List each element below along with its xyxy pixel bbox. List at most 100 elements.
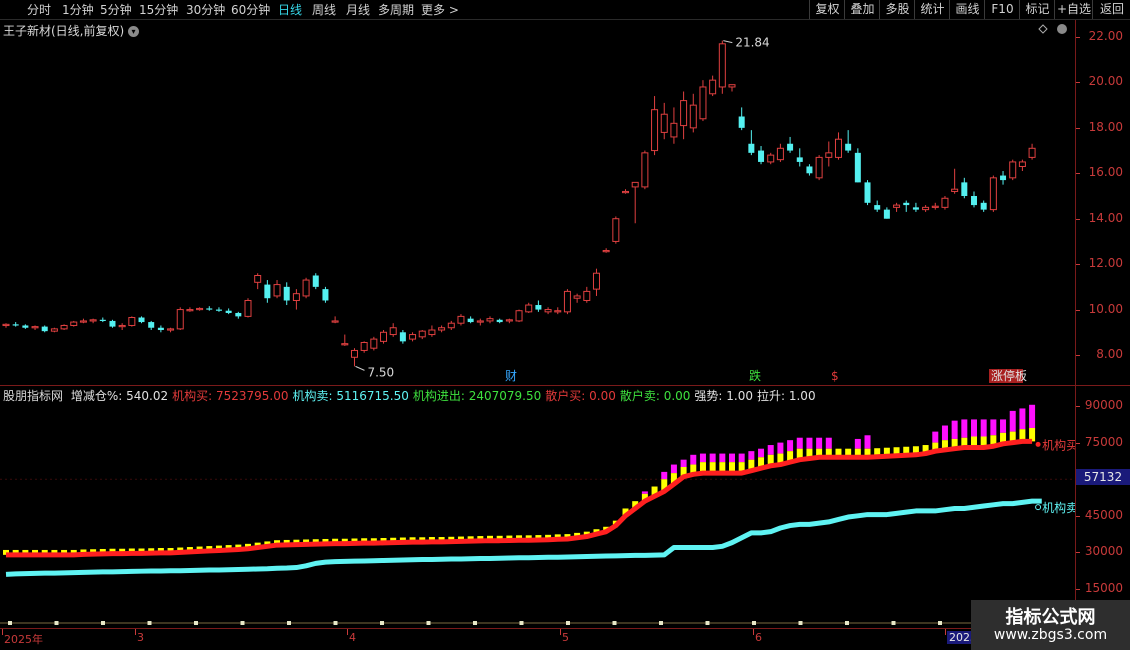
period-tab-2[interactable]: 5分钟	[100, 1, 132, 18]
candle-up	[1028, 147, 1036, 158]
toolbar-button-7[interactable]: +自选	[1054, 0, 1093, 19]
period-tab-3[interactable]: 15分钟	[139, 1, 178, 18]
candle-up	[922, 206, 930, 211]
date-dot	[194, 621, 198, 625]
period-tab-7[interactable]: 周线	[312, 1, 336, 18]
candle-down	[22, 325, 29, 328]
candle-down	[845, 143, 852, 151]
candle-up	[1009, 161, 1017, 179]
date-dot	[798, 621, 803, 625]
candle-up	[118, 324, 126, 328]
date-label-1: 3	[137, 631, 144, 644]
candle-up	[815, 156, 823, 179]
toolbar-button-3[interactable]: 统计	[914, 0, 950, 19]
watermark-logo: 指标公式网 www.zbgs3.com	[971, 600, 1130, 650]
candle-down	[467, 318, 474, 323]
period-tab-1[interactable]: 1分钟	[62, 1, 94, 18]
candle-down	[206, 308, 213, 310]
bar-magenta	[661, 471, 668, 480]
candle-up	[196, 307, 204, 311]
period-tab-5[interactable]: 60分钟	[231, 1, 270, 18]
candle-up	[418, 330, 426, 338]
sell-end-dot	[1035, 504, 1042, 511]
bar-magenta	[980, 419, 987, 437]
date-tick	[347, 629, 348, 635]
bar-magenta	[758, 448, 765, 458]
period-tab-4[interactable]: 30分钟	[186, 1, 225, 18]
tick-mark	[1076, 442, 1080, 444]
toolbar-button-8[interactable]: 返回	[1092, 0, 1130, 19]
candle-down	[883, 209, 890, 219]
buy-end-dot	[1035, 441, 1041, 447]
bar-magenta	[670, 464, 677, 474]
date-dot	[705, 621, 710, 625]
candle-down	[109, 320, 116, 327]
bar-magenta	[738, 453, 745, 463]
period-tab-6[interactable]: 日线	[278, 1, 302, 18]
candle-up	[718, 43, 726, 88]
event-tag-1: 跌	[749, 368, 761, 383]
candle-up	[370, 338, 378, 349]
low-arrow	[355, 365, 365, 371]
candle-down	[535, 305, 542, 310]
candle-up	[544, 309, 552, 313]
tick-mark	[1076, 406, 1080, 407]
candle-down	[496, 319, 503, 323]
candle-up	[631, 181, 639, 188]
bar-magenta	[1029, 404, 1036, 428]
period-tab-8[interactable]: 月线	[346, 1, 370, 18]
date-dot	[519, 621, 524, 625]
date-dot	[101, 621, 105, 625]
period-tab-0[interactable]: 分时	[27, 1, 51, 18]
date-dot	[566, 621, 570, 625]
event-tag-label: 涨停板	[991, 368, 1027, 383]
date-dot	[380, 621, 384, 625]
bar-magenta	[825, 437, 832, 449]
period-tab-9[interactable]: 多周期	[378, 1, 414, 18]
candle-up	[505, 319, 513, 322]
candle-up	[893, 204, 901, 208]
event-tag-0: 财	[505, 369, 517, 383]
event-tag-3: 涨停板	[989, 368, 1027, 383]
candle-up	[360, 342, 368, 351]
candle-up	[670, 122, 678, 138]
tick-mark	[1076, 589, 1080, 590]
toolbar-button-1[interactable]: 叠加	[844, 0, 880, 19]
candle-down	[980, 202, 987, 210]
candle-up	[254, 275, 262, 283]
candle-down	[912, 207, 919, 210]
candle-down	[971, 196, 977, 206]
bar-magenta	[690, 454, 697, 465]
toolbar-button-4[interactable]: 画线	[949, 0, 985, 19]
indicator-chart[interactable]: 机构买机构卖	[0, 386, 1075, 628]
price-tick: 10.00	[1088, 301, 1123, 316]
bar-magenta	[641, 491, 648, 494]
toolbar-button-0[interactable]: 复权	[809, 0, 845, 19]
date-dot	[845, 621, 849, 625]
buy-line-label: 机构买	[1042, 437, 1075, 452]
date-dot	[287, 621, 291, 625]
candle-up	[622, 190, 630, 194]
bar-magenta	[748, 451, 755, 460]
candle-up	[941, 197, 949, 208]
toolbar-button-5[interactable]: F10	[984, 0, 1020, 19]
tick-mark	[1076, 309, 1080, 311]
toolbar-button-6[interactable]: 标记	[1019, 0, 1055, 19]
bar-magenta	[951, 420, 958, 439]
candle-up	[476, 320, 484, 323]
toolbar-button-2[interactable]: 多股	[879, 0, 915, 19]
price-chart[interactable]: 21.84 7.50 财 跌 $ 涨停板	[0, 20, 1075, 385]
candle-up	[244, 299, 252, 317]
candle-up	[186, 309, 194, 312]
candle-down	[796, 157, 803, 162]
tick-mark	[1076, 515, 1080, 517]
tick-mark	[1076, 218, 1080, 220]
bar-magenta	[990, 419, 997, 436]
event-tag-label: 跌	[749, 368, 761, 383]
period-tab-10[interactable]: 更多 >	[421, 1, 459, 18]
candle-up	[428, 329, 436, 336]
candle-up	[612, 218, 620, 242]
candle-down	[12, 324, 19, 326]
date-dot	[473, 621, 477, 625]
candle-up	[515, 310, 523, 322]
